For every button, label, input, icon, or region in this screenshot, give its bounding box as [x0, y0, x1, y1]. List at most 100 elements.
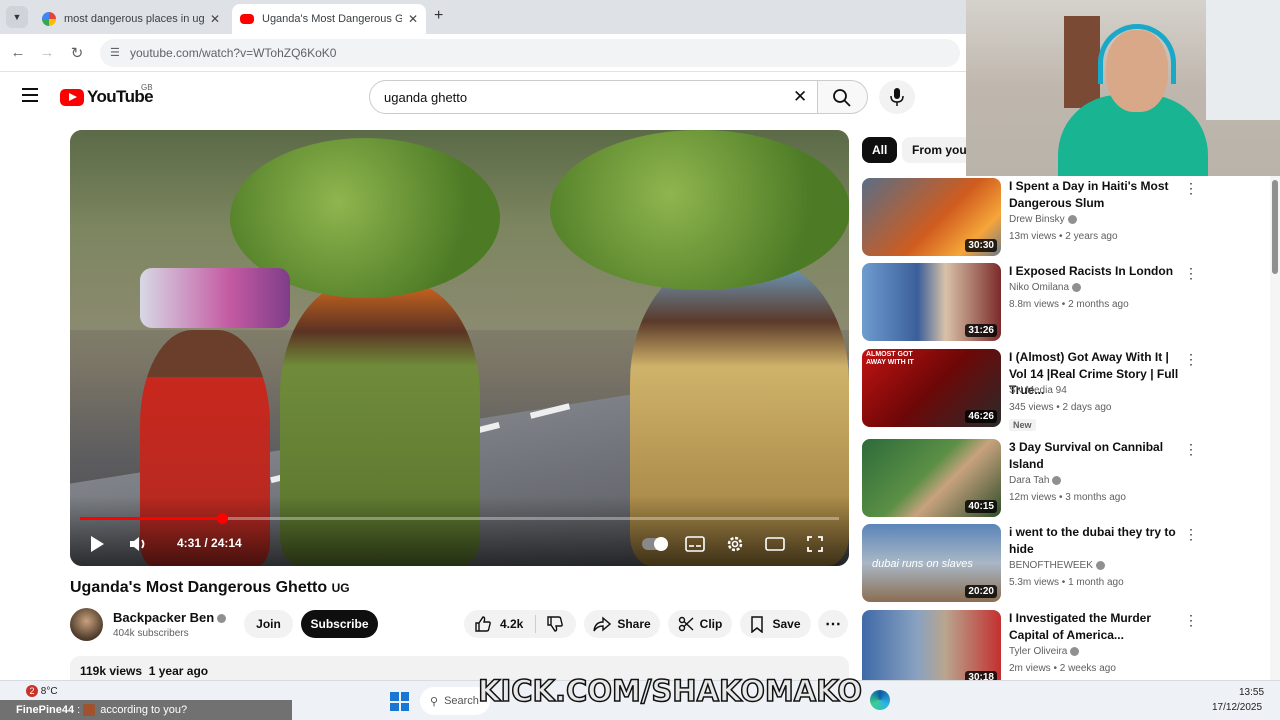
search-button[interactable] [818, 80, 868, 114]
more-vertical-icon[interactable]: ⋮ [1184, 441, 1198, 458]
site-info-icon[interactable]: ☰ [110, 46, 120, 59]
tab-youtube-video[interactable]: Uganda's Most Dangerous Ghe ✕ [232, 4, 426, 34]
settings-gear-icon[interactable] [726, 535, 744, 553]
search-input[interactable]: uganda ghetto ✕ [369, 80, 818, 114]
verified-icon [1072, 282, 1082, 292]
clock-date[interactable]: 17/12/2025 [1212, 702, 1262, 713]
video-thumbnail[interactable]: dubai runs on slaves 20:20 [862, 524, 1001, 602]
webcam-door [1064, 16, 1100, 108]
recommendation-title[interactable]: I Spent a Day in Haiti's Most Dangerous … [1009, 178, 1187, 211]
recommendation-channel[interactable]: Tyler Oliveira [1009, 646, 1080, 657]
close-tab-icon[interactable]: ✕ [210, 12, 220, 26]
close-tab-icon[interactable]: ✕ [408, 12, 418, 26]
channel-name-text: Backpacker Ben [113, 610, 215, 625]
webcam-overlay [966, 0, 1280, 176]
progress-fill [80, 517, 222, 520]
recommendation-channel[interactable]: SN Media 94 [1009, 385, 1067, 396]
video-basket [140, 268, 290, 328]
more-vertical-icon[interactable]: ⋮ [1184, 612, 1198, 629]
more-vertical-icon[interactable]: ⋮ [1184, 265, 1198, 282]
edge-browser-icon[interactable] [870, 690, 890, 710]
recommendation-channel[interactable]: Niko Omilana [1009, 282, 1082, 293]
theater-mode-icon[interactable] [765, 537, 785, 551]
clip-button[interactable]: Clip [668, 610, 732, 638]
chip-all[interactable]: All [862, 137, 898, 163]
autoplay-toggle[interactable] [642, 537, 668, 551]
channel-name[interactable]: Backpacker Ben [113, 610, 227, 625]
chat-text: according to you? [100, 704, 188, 716]
channel-text: Tyler Oliveira [1009, 646, 1068, 657]
recommendation-meta: 12m views • 3 months ago [1009, 492, 1126, 503]
save-button[interactable]: Save [740, 610, 811, 638]
reload-icon[interactable]: ↻ [68, 44, 86, 62]
page-scrollbar[interactable] [1270, 176, 1280, 680]
share-button[interactable]: Share [584, 610, 660, 638]
hamburger-menu-icon[interactable] [22, 88, 38, 102]
recommendation-title[interactable]: I Investigated the Murder Capital of Ame… [1009, 610, 1187, 643]
video-thumbnail[interactable]: 30:18 [862, 610, 1001, 688]
verified-icon [1070, 646, 1080, 656]
more-actions-button[interactable]: ⋯ [818, 610, 848, 638]
recommendation-title[interactable]: I Exposed Racists In London [1009, 263, 1187, 280]
duration-badge: 46:26 [965, 410, 997, 423]
back-icon[interactable]: ← [9, 44, 27, 61]
youtube-play-icon [60, 88, 84, 106]
more-vertical-icon[interactable]: ⋮ [1184, 526, 1198, 543]
verified-icon [1052, 475, 1062, 485]
forward-icon[interactable]: → [38, 44, 56, 61]
play-icon[interactable] [89, 535, 105, 553]
google-icon [42, 12, 56, 26]
recommendation-title[interactable]: i went to the dubai they try to hide [1009, 524, 1187, 557]
new-tab-icon[interactable]: + [434, 7, 443, 25]
view-info: 119k views 1 year ago [80, 664, 208, 678]
volume-icon[interactable] [128, 535, 148, 553]
progress-scrubber[interactable] [216, 513, 228, 524]
recommendation-channel[interactable]: BENOFTHEWEEK [1009, 560, 1105, 571]
video-thumbnail[interactable]: 31:26 [862, 263, 1001, 341]
webcam-window [1206, 0, 1280, 120]
progress-bar[interactable] [80, 517, 839, 520]
tab-title: Uganda's Most Dangerous Ghe [262, 13, 402, 25]
recommendation-channel[interactable]: Dara Tah [1009, 475, 1062, 486]
video-thumbnail[interactable]: 40:15 [862, 439, 1001, 517]
recommendation-item[interactable]: dubai runs on slaves 20:20 i went to the… [862, 524, 1202, 606]
search-icon [833, 89, 851, 107]
clock-time[interactable]: 13:55 [1239, 687, 1264, 698]
video-thumbnail[interactable]: 30:30 [862, 178, 1001, 256]
thumbs-down-icon[interactable] [546, 615, 564, 633]
microphone-icon [890, 88, 904, 106]
more-vertical-icon[interactable]: ⋮ [1184, 351, 1198, 368]
recommendation-item[interactable]: 31:26 I Exposed Racists In London Niko O… [862, 263, 1202, 345]
weather-widget[interactable]: 2 8°C [26, 685, 58, 697]
recommendation-item[interactable]: ALMOST GOT AWAY WITH IT 46:26 I (Almost)… [862, 349, 1202, 431]
time-display: 4:31 / 24:14 [177, 536, 242, 550]
join-button[interactable]: Join [244, 610, 293, 638]
channel-text: Niko Omilana [1009, 282, 1070, 293]
like-count[interactable]: 4.2k [500, 617, 523, 631]
voice-search-button[interactable] [879, 80, 915, 114]
like-divider [535, 615, 537, 633]
search-icon: ⚲ [430, 695, 439, 708]
subscribe-button[interactable]: Subscribe [301, 610, 378, 638]
tab-google-search[interactable]: most dangerous places in uga ✕ [34, 4, 228, 34]
verified-icon [217, 614, 227, 624]
tab-list-menu-icon[interactable]: ▼ [6, 6, 28, 28]
recommendation-item[interactable]: 40:15 3 Day Survival on Cannibal Island … [862, 439, 1202, 521]
video-player[interactable]: 4:31 / 24:14 [70, 130, 849, 566]
channel-avatar[interactable] [70, 608, 103, 641]
video-thumbnail[interactable]: ALMOST GOT AWAY WITH IT 46:26 [862, 349, 1001, 427]
recommendation-channel[interactable]: Drew Binsky [1009, 214, 1077, 225]
recommendation-title[interactable]: 3 Day Survival on Cannibal Island [1009, 439, 1187, 472]
verified-icon [1067, 214, 1077, 224]
url-field[interactable]: ☰ youtube.com/watch?v=WTohZQ6KoK0 [100, 39, 960, 67]
subtitles-icon[interactable] [685, 536, 705, 552]
windows-start-icon[interactable] [390, 692, 409, 711]
more-vertical-icon[interactable]: ⋮ [1184, 180, 1198, 197]
stream-watermark: KICK.COM/SHAKOMAKO [477, 673, 862, 709]
youtube-logo[interactable]: YouTube [60, 87, 154, 107]
fullscreen-icon[interactable] [807, 536, 823, 552]
recommendation-item[interactable]: 30:30 I Spent a Day in Haiti's Most Dang… [862, 178, 1202, 260]
clear-search-icon[interactable]: ✕ [793, 87, 807, 107]
thumbs-up-icon[interactable] [474, 615, 492, 633]
recommendation-meta: 5.3m views • 1 month ago [1009, 577, 1124, 588]
